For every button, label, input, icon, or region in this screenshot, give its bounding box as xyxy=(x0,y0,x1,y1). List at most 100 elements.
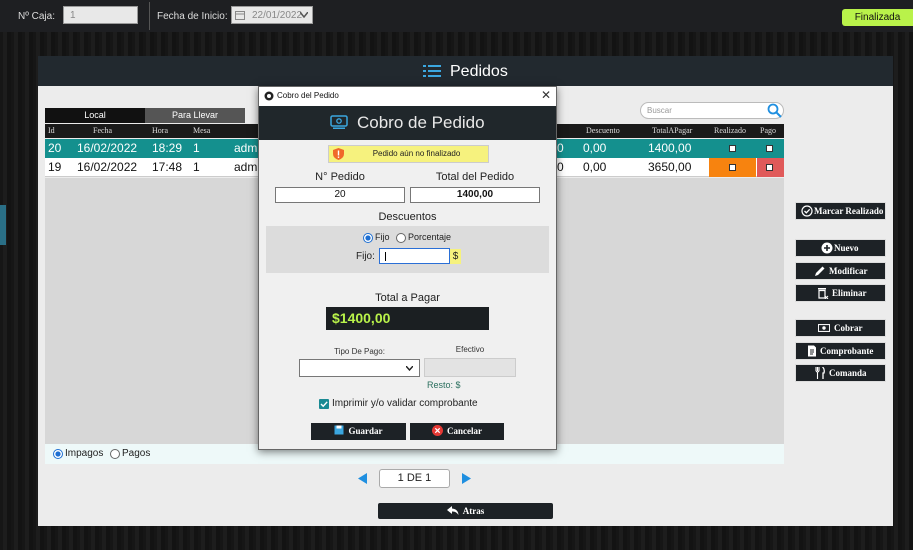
total-pedido-label: Total del Pedido xyxy=(435,171,515,183)
checkmark-icon xyxy=(320,401,328,408)
comanda-button[interactable]: Comanda xyxy=(795,364,886,382)
realizado-checkbox[interactable] xyxy=(729,164,736,171)
col-hora: Hora xyxy=(152,126,168,135)
cobrar-button[interactable]: Cobrar xyxy=(795,319,886,337)
comprobante-button[interactable]: Comprobante xyxy=(795,342,886,360)
cell-hora: 17:48 xyxy=(152,160,183,174)
fijo-option-label: Fijo xyxy=(375,232,390,242)
fijo-input[interactable] xyxy=(379,248,450,264)
radio-pagos[interactable] xyxy=(110,449,120,459)
receipt-icon xyxy=(808,345,816,357)
cash-register-icon xyxy=(330,115,348,129)
guardar-button[interactable]: Guardar xyxy=(311,423,406,440)
page-indicator: 1 DE 1 xyxy=(379,469,450,488)
col-descuento: Descuento xyxy=(586,126,620,135)
chevron-down-icon xyxy=(406,366,413,371)
radio-porcentaje[interactable] xyxy=(396,233,406,243)
descuentos-label: Descuentos xyxy=(378,211,437,223)
chevron-down-icon xyxy=(300,12,308,18)
porcentaje-option-label: Porcentaje xyxy=(408,232,452,242)
radio-fijo[interactable] xyxy=(363,233,373,243)
back-label: Atras xyxy=(462,506,485,516)
impagos-label: Impagos xyxy=(65,448,104,459)
cell-hora: 18:29 xyxy=(152,141,183,155)
next-page-icon[interactable] xyxy=(461,473,471,484)
pago-checkbox[interactable] xyxy=(766,145,773,152)
modificar-button[interactable]: Modificar xyxy=(795,262,886,280)
prev-page-icon[interactable] xyxy=(358,473,368,484)
caja-field[interactable]: 1 xyxy=(63,6,138,24)
currency-badge: $ xyxy=(450,249,461,264)
cell-user: adm xyxy=(234,160,258,174)
total-pedido-field[interactable]: 1400,00 xyxy=(410,187,540,203)
cell-user: adm xyxy=(234,141,258,155)
cell-descuento: 0,00 xyxy=(583,160,607,174)
total-pagar-label: Total a Pagar xyxy=(375,292,440,304)
cell-id: 19 xyxy=(48,160,62,174)
cancelar-label: Cancelar xyxy=(447,426,482,436)
cobrar-label: Cobrar xyxy=(834,323,863,333)
cell-total: 3650,00 xyxy=(648,160,692,174)
pedido-field[interactable]: 20 xyxy=(275,187,405,203)
cell-fecha: 16/02/2022 xyxy=(77,141,138,155)
guardar-label: Guardar xyxy=(348,426,383,436)
marcar-realizado-button[interactable]: Marcar Realizado xyxy=(795,202,886,220)
tipo-pago-label: Tipo De Pago: xyxy=(334,347,385,356)
comprobante-label: Comprobante xyxy=(820,346,874,356)
left-accent xyxy=(0,205,6,245)
realizado-checkbox[interactable] xyxy=(729,145,736,152)
close-icon[interactable]: ✕ xyxy=(541,88,551,102)
eliminar-label: Eliminar xyxy=(832,288,867,298)
col-mesa: Mesa xyxy=(193,126,211,135)
total-pagar-display: $1400,00 xyxy=(326,307,489,330)
pedido-label: N° Pedido xyxy=(315,171,365,183)
topbar-divider xyxy=(149,2,150,30)
search-input[interactable]: Buscar xyxy=(640,102,784,119)
col-realizado: Realizado xyxy=(714,126,746,135)
cancel-icon xyxy=(432,425,443,436)
eliminar-button[interactable]: Eliminar xyxy=(795,284,886,302)
comanda-label: Comanda xyxy=(829,368,867,378)
utensils-icon xyxy=(815,367,825,379)
cell-id: 20 xyxy=(48,141,62,155)
radio-impagos[interactable] xyxy=(53,449,63,459)
col-id: Id xyxy=(48,126,55,135)
back-button[interactable]: Atras xyxy=(378,503,553,519)
fecha-value: 22/01/2022 xyxy=(252,10,303,21)
app-icon xyxy=(264,91,274,101)
cell-descuento: 0,00 xyxy=(583,141,607,155)
search-icon[interactable] xyxy=(767,103,782,118)
tab-local[interactable]: Local xyxy=(45,108,145,123)
tipo-pago-select[interactable] xyxy=(299,359,420,377)
status-badge: Finalizada xyxy=(842,9,913,26)
efectivo-label: Efectivo xyxy=(455,345,485,354)
modificar-label: Modificar xyxy=(829,266,868,276)
back-arrow-icon xyxy=(446,506,459,515)
plus-circle-icon xyxy=(821,242,833,254)
marcar-label: Marcar Realizado xyxy=(814,206,884,216)
dialog-heading: Cobro de Pedido xyxy=(357,113,485,132)
cash-icon xyxy=(818,324,830,332)
efectivo-input[interactable] xyxy=(424,358,516,377)
resto-label: Resto: $ xyxy=(427,380,461,390)
pencil-icon xyxy=(815,266,825,276)
nuevo-button[interactable]: Nuevo xyxy=(795,239,886,257)
nuevo-label: Nuevo xyxy=(834,243,859,253)
cell-mesa: 1 xyxy=(193,160,200,174)
caja-label: Nº Caja: xyxy=(18,11,55,22)
imprimir-label: Imprimir y/o validar comprobante xyxy=(332,398,478,409)
col-total: TotalAPagar xyxy=(652,126,693,135)
trash-icon xyxy=(818,288,829,299)
cell-partial: 0 xyxy=(557,141,564,155)
imprimir-checkbox[interactable] xyxy=(319,399,329,409)
cancelar-button[interactable]: Cancelar xyxy=(410,423,504,440)
check-circle-icon xyxy=(801,205,813,217)
page-title: Pedidos xyxy=(450,63,508,80)
save-icon xyxy=(334,425,344,435)
tab-para-llevar[interactable]: Para Llevar xyxy=(145,108,245,123)
fecha-label: Fecha de Inicio: xyxy=(157,11,228,22)
pago-checkbox[interactable] xyxy=(766,164,773,171)
cell-mesa: 1 xyxy=(193,141,200,155)
calendar-icon xyxy=(235,11,245,20)
col-fecha: Fecha xyxy=(93,126,113,135)
